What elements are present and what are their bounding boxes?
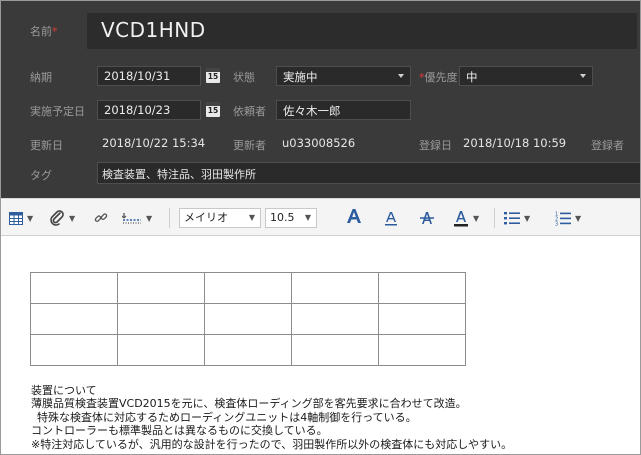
content-text[interactable]: 装置について 薄膜品質検査装置VCD2015を元に、検査体ローディング部を客先要… bbox=[31, 384, 512, 451]
bullet-list-button[interactable]: ▼ bbox=[504, 209, 530, 227]
chevron-down-icon: ▼ bbox=[473, 213, 480, 223]
horizontal-rule-icon bbox=[122, 213, 141, 224]
table-cell[interactable] bbox=[204, 272, 292, 304]
font-family-select[interactable]: メイリオ ▼ bbox=[179, 208, 261, 228]
updater-value: u033008526 bbox=[282, 136, 356, 150]
status-value: 実施中 bbox=[283, 70, 318, 84]
table-cell[interactable] bbox=[378, 272, 466, 304]
registered-date-label: 登録日 bbox=[419, 139, 452, 152]
chevron-down-icon: ▼ bbox=[304, 213, 311, 222]
numbered-list-icon: 1 2 3 bbox=[555, 211, 571, 226]
font-size-value: 10.5 bbox=[270, 211, 295, 224]
content-line: ※特注対応しているが、汎用的な設計を行ったので、羽田製作所以外の検査体にも対応し… bbox=[31, 437, 513, 451]
table-cell[interactable] bbox=[378, 334, 466, 366]
planned-date-input[interactable]: 2018/10/23 bbox=[97, 100, 201, 120]
table-row bbox=[30, 334, 466, 366]
content-line: 特殊な検査体に対応するためローディングユニットは4軸制御を行っている。 bbox=[37, 410, 417, 424]
font-family-value: メイリオ bbox=[184, 211, 228, 224]
required-mark: * bbox=[52, 25, 58, 38]
underline-icon bbox=[385, 212, 397, 226]
numbered-list-button[interactable]: 1 2 3 ▼ bbox=[555, 209, 581, 227]
content-table[interactable] bbox=[30, 272, 466, 366]
chevron-down-icon: ▼ bbox=[575, 213, 582, 223]
calendar-icon[interactable]: 15 bbox=[206, 68, 220, 83]
strikethrough-icon bbox=[420, 212, 434, 224]
table-cell[interactable] bbox=[378, 303, 466, 335]
table-row bbox=[30, 272, 466, 304]
requester-input[interactable]: 佐々木一郎 bbox=[276, 100, 411, 120]
name-value: VCD1HND bbox=[101, 18, 206, 42]
underline-button[interactable] bbox=[384, 209, 398, 227]
updated-date-value: 2018/10/22 15:34 bbox=[102, 136, 206, 150]
registered-date-value: 2018/10/18 10:59 bbox=[463, 136, 567, 150]
table-cell[interactable] bbox=[117, 334, 205, 366]
insert-table-button[interactable]: ▼ bbox=[9, 209, 33, 227]
attach-button[interactable]: ▼ bbox=[49, 209, 75, 227]
registrant-label: 登録者 bbox=[591, 139, 624, 152]
calendar-icon[interactable]: 15 bbox=[206, 102, 220, 117]
name-label: 名前* bbox=[30, 25, 58, 38]
updated-date-label: 更新日 bbox=[30, 139, 63, 152]
status-label: 状態 bbox=[233, 71, 255, 84]
table-cell[interactable] bbox=[30, 272, 118, 304]
bold-font-size-icon bbox=[347, 209, 361, 223]
font-color-button[interactable]: ▼ bbox=[453, 209, 479, 227]
chevron-down-icon bbox=[580, 74, 586, 78]
due-date-label: 納期 bbox=[30, 71, 52, 84]
editor-body[interactable]: 装置について 薄膜品質検査装置VCD2015を元に、検査体ローディング部を客先要… bbox=[1, 236, 640, 454]
task-window: 名前* VCD1HND 納期 2018/10/31 15 状態 実施中 *優先度… bbox=[0, 0, 641, 455]
priority-value: 中 bbox=[466, 70, 478, 84]
chevron-down-icon: ▼ bbox=[69, 213, 76, 223]
tag-input[interactable]: 検査装置、特注品、羽田製作所 bbox=[97, 162, 640, 184]
table-cell[interactable] bbox=[117, 303, 205, 335]
status-select[interactable]: 実施中 bbox=[276, 66, 411, 86]
toolbar-divider bbox=[169, 208, 170, 228]
table-cell[interactable] bbox=[291, 334, 379, 366]
table-cell[interactable] bbox=[291, 303, 379, 335]
font-color-icon bbox=[454, 210, 468, 226]
table-row bbox=[30, 303, 466, 335]
bullet-list-icon bbox=[504, 212, 520, 225]
tag-value: 検査装置、特注品、羽田製作所 bbox=[102, 168, 256, 181]
table-cell[interactable] bbox=[30, 303, 118, 335]
toolbar-divider bbox=[494, 208, 495, 228]
table-cell[interactable] bbox=[291, 272, 379, 304]
planned-date-label: 実施予定日 bbox=[30, 105, 85, 118]
table-cell[interactable] bbox=[117, 272, 205, 304]
horizontal-rule-button[interactable]: ▼ bbox=[122, 209, 152, 227]
tag-label: タグ bbox=[30, 169, 52, 182]
svg-text:3: 3 bbox=[555, 221, 558, 226]
font-size-select[interactable]: 10.5 ▼ bbox=[265, 208, 317, 228]
table-cell[interactable] bbox=[204, 303, 292, 335]
table-cell[interactable] bbox=[30, 334, 118, 366]
priority-select[interactable]: 中 bbox=[459, 66, 593, 86]
updater-label: 更新者 bbox=[233, 139, 266, 152]
content-heading: 装置について bbox=[31, 384, 97, 397]
insert-link-button[interactable] bbox=[94, 209, 108, 227]
planned-date-value: 2018/10/23 bbox=[104, 103, 171, 117]
link-icon bbox=[94, 213, 108, 222]
name-input[interactable]: VCD1HND bbox=[87, 13, 637, 49]
increase-font-button[interactable] bbox=[346, 207, 362, 225]
table-icon bbox=[9, 211, 23, 225]
attachment-icon bbox=[50, 210, 64, 226]
priority-label: *優先度 bbox=[419, 71, 458, 84]
strikethrough-button[interactable] bbox=[419, 209, 435, 227]
due-date-value: 2018/10/31 bbox=[104, 69, 171, 83]
requester-label: 依頼者 bbox=[233, 105, 266, 118]
requester-value: 佐々木一郎 bbox=[283, 104, 341, 118]
chevron-down-icon bbox=[398, 74, 404, 78]
chevron-down-icon: ▼ bbox=[524, 213, 531, 223]
chevron-down-icon: ▼ bbox=[27, 213, 34, 223]
editor-toolbar: ▼ ▼ ▼ メイリオ ▼ 10.5 ▼ ▼ ▼ 1 2 3 ▼ bbox=[1, 198, 640, 236]
content-line: コントローラーも標準製品とは異なるものに交換している。 bbox=[31, 424, 328, 438]
due-date-input[interactable]: 2018/10/31 bbox=[97, 66, 201, 86]
table-cell[interactable] bbox=[204, 334, 292, 366]
content-line: 薄膜品質検査装置VCD2015を元に、検査体ローディング部を客先要求に合わせて改… bbox=[31, 397, 467, 411]
chevron-down-icon: ▼ bbox=[248, 213, 255, 222]
chevron-down-icon: ▼ bbox=[146, 213, 153, 223]
task-form: 名前* VCD1HND 納期 2018/10/31 15 状態 実施中 *優先度… bbox=[1, 1, 640, 198]
